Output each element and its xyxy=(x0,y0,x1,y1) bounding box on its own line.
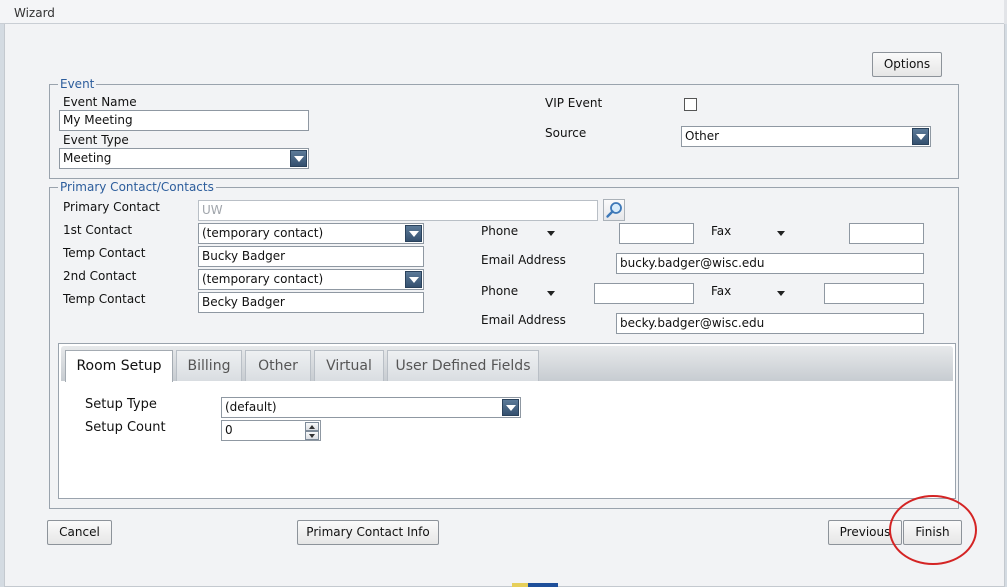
first-contact-value: (temporary contact) xyxy=(202,226,324,240)
setup-type-label: Setup Type xyxy=(85,397,157,412)
details-tab-panel: Room Setup Billing Other Virtual User De… xyxy=(58,343,956,499)
tab-other[interactable]: Other xyxy=(245,350,311,381)
first-contact-select[interactable]: (temporary contact) xyxy=(198,223,424,244)
previous-button[interactable]: Previous xyxy=(828,520,902,545)
fax-2-label: Fax xyxy=(711,284,732,298)
event-type-value: Meeting xyxy=(63,151,112,165)
tab-room-setup[interactable]: Room Setup xyxy=(65,350,173,382)
email-1-input[interactable]: bucky.badger@wisc.edu xyxy=(616,253,924,274)
magnifier-icon xyxy=(606,202,622,218)
event-type-label: Event Type xyxy=(63,133,129,147)
email-2-label: Email Address xyxy=(481,313,566,327)
second-contact-label: 2nd Contact xyxy=(63,269,137,283)
temp-contact-2-input[interactable]: Becky Badger xyxy=(198,292,424,313)
tab-strip: Room Setup Billing Other Virtual User De… xyxy=(61,346,953,382)
vip-event-label: VIP Event xyxy=(545,96,603,110)
primary-contact-info-button[interactable]: Primary Contact Info xyxy=(297,520,439,545)
second-contact-select[interactable]: (temporary contact) xyxy=(198,269,424,290)
temp-contact-2-label: Temp Contact xyxy=(63,292,146,306)
phone-2-input[interactable] xyxy=(594,283,694,304)
finish-button[interactable]: Finish xyxy=(903,520,962,545)
options-button[interactable]: Options xyxy=(872,52,942,77)
fax-2-input[interactable] xyxy=(824,283,924,304)
cancel-button[interactable]: Cancel xyxy=(47,520,112,545)
fax-type-dropdown-icon[interactable] xyxy=(777,291,785,296)
vip-event-checkbox[interactable] xyxy=(684,98,697,111)
window-title-bar: Wizard xyxy=(0,0,1007,24)
source-label: Source xyxy=(545,126,587,140)
source-select[interactable]: Other xyxy=(681,126,931,147)
window-title: Wizard xyxy=(14,6,55,20)
tab-virtual[interactable]: Virtual xyxy=(314,350,384,381)
chevron-down-icon[interactable] xyxy=(912,128,929,145)
fax-1-label: Fax xyxy=(711,224,732,238)
phone-type-dropdown-icon[interactable] xyxy=(547,231,555,236)
phone-type-dropdown-icon[interactable] xyxy=(547,291,555,296)
setup-count-label: Setup Count xyxy=(85,420,166,435)
event-group-legend: Event xyxy=(58,77,97,91)
fax-1-input[interactable] xyxy=(849,223,924,244)
contacts-group-legend: Primary Contact/Contacts xyxy=(58,180,216,194)
second-contact-value: (temporary contact) xyxy=(202,272,324,286)
fax-type-dropdown-icon[interactable] xyxy=(777,231,785,236)
taskbar-fragment xyxy=(512,583,558,587)
phone-1-input[interactable] xyxy=(619,223,694,244)
temp-contact-1-input[interactable]: Bucky Badger xyxy=(198,246,424,267)
email-2-input[interactable]: becky.badger@wisc.edu xyxy=(616,313,924,334)
setup-count-stepper[interactable]: 0 xyxy=(221,420,321,441)
setup-count-value: 0 xyxy=(225,423,233,437)
email-1-label: Email Address xyxy=(481,253,566,267)
phone-1-label: Phone xyxy=(481,224,519,238)
primary-contact-lookup-button[interactable] xyxy=(603,199,625,221)
source-value: Other xyxy=(685,129,720,143)
arrow-down-icon[interactable] xyxy=(305,431,319,440)
phone-2-label: Phone xyxy=(481,284,519,298)
chevron-down-icon[interactable] xyxy=(405,271,422,288)
tab-billing[interactable]: Billing xyxy=(176,350,242,381)
event-type-select[interactable]: Meeting xyxy=(59,148,309,169)
event-name-label: Event Name xyxy=(63,95,137,109)
chevron-down-icon[interactable] xyxy=(290,150,307,167)
primary-contact-label: Primary Contact xyxy=(63,200,160,214)
temp-contact-1-label: Temp Contact xyxy=(63,246,146,260)
setup-type-select[interactable]: (default) xyxy=(221,397,521,418)
tab-user-defined-fields[interactable]: User Defined Fields xyxy=(387,350,539,381)
chevron-down-icon[interactable] xyxy=(502,399,519,416)
arrow-up-icon[interactable] xyxy=(305,422,319,431)
setup-type-value: (default) xyxy=(225,400,277,414)
event-name-input[interactable]: My Meeting xyxy=(59,110,309,131)
chevron-down-icon[interactable] xyxy=(405,225,422,242)
primary-contact-field: UW xyxy=(198,200,598,221)
first-contact-label: 1st Contact xyxy=(63,223,133,237)
